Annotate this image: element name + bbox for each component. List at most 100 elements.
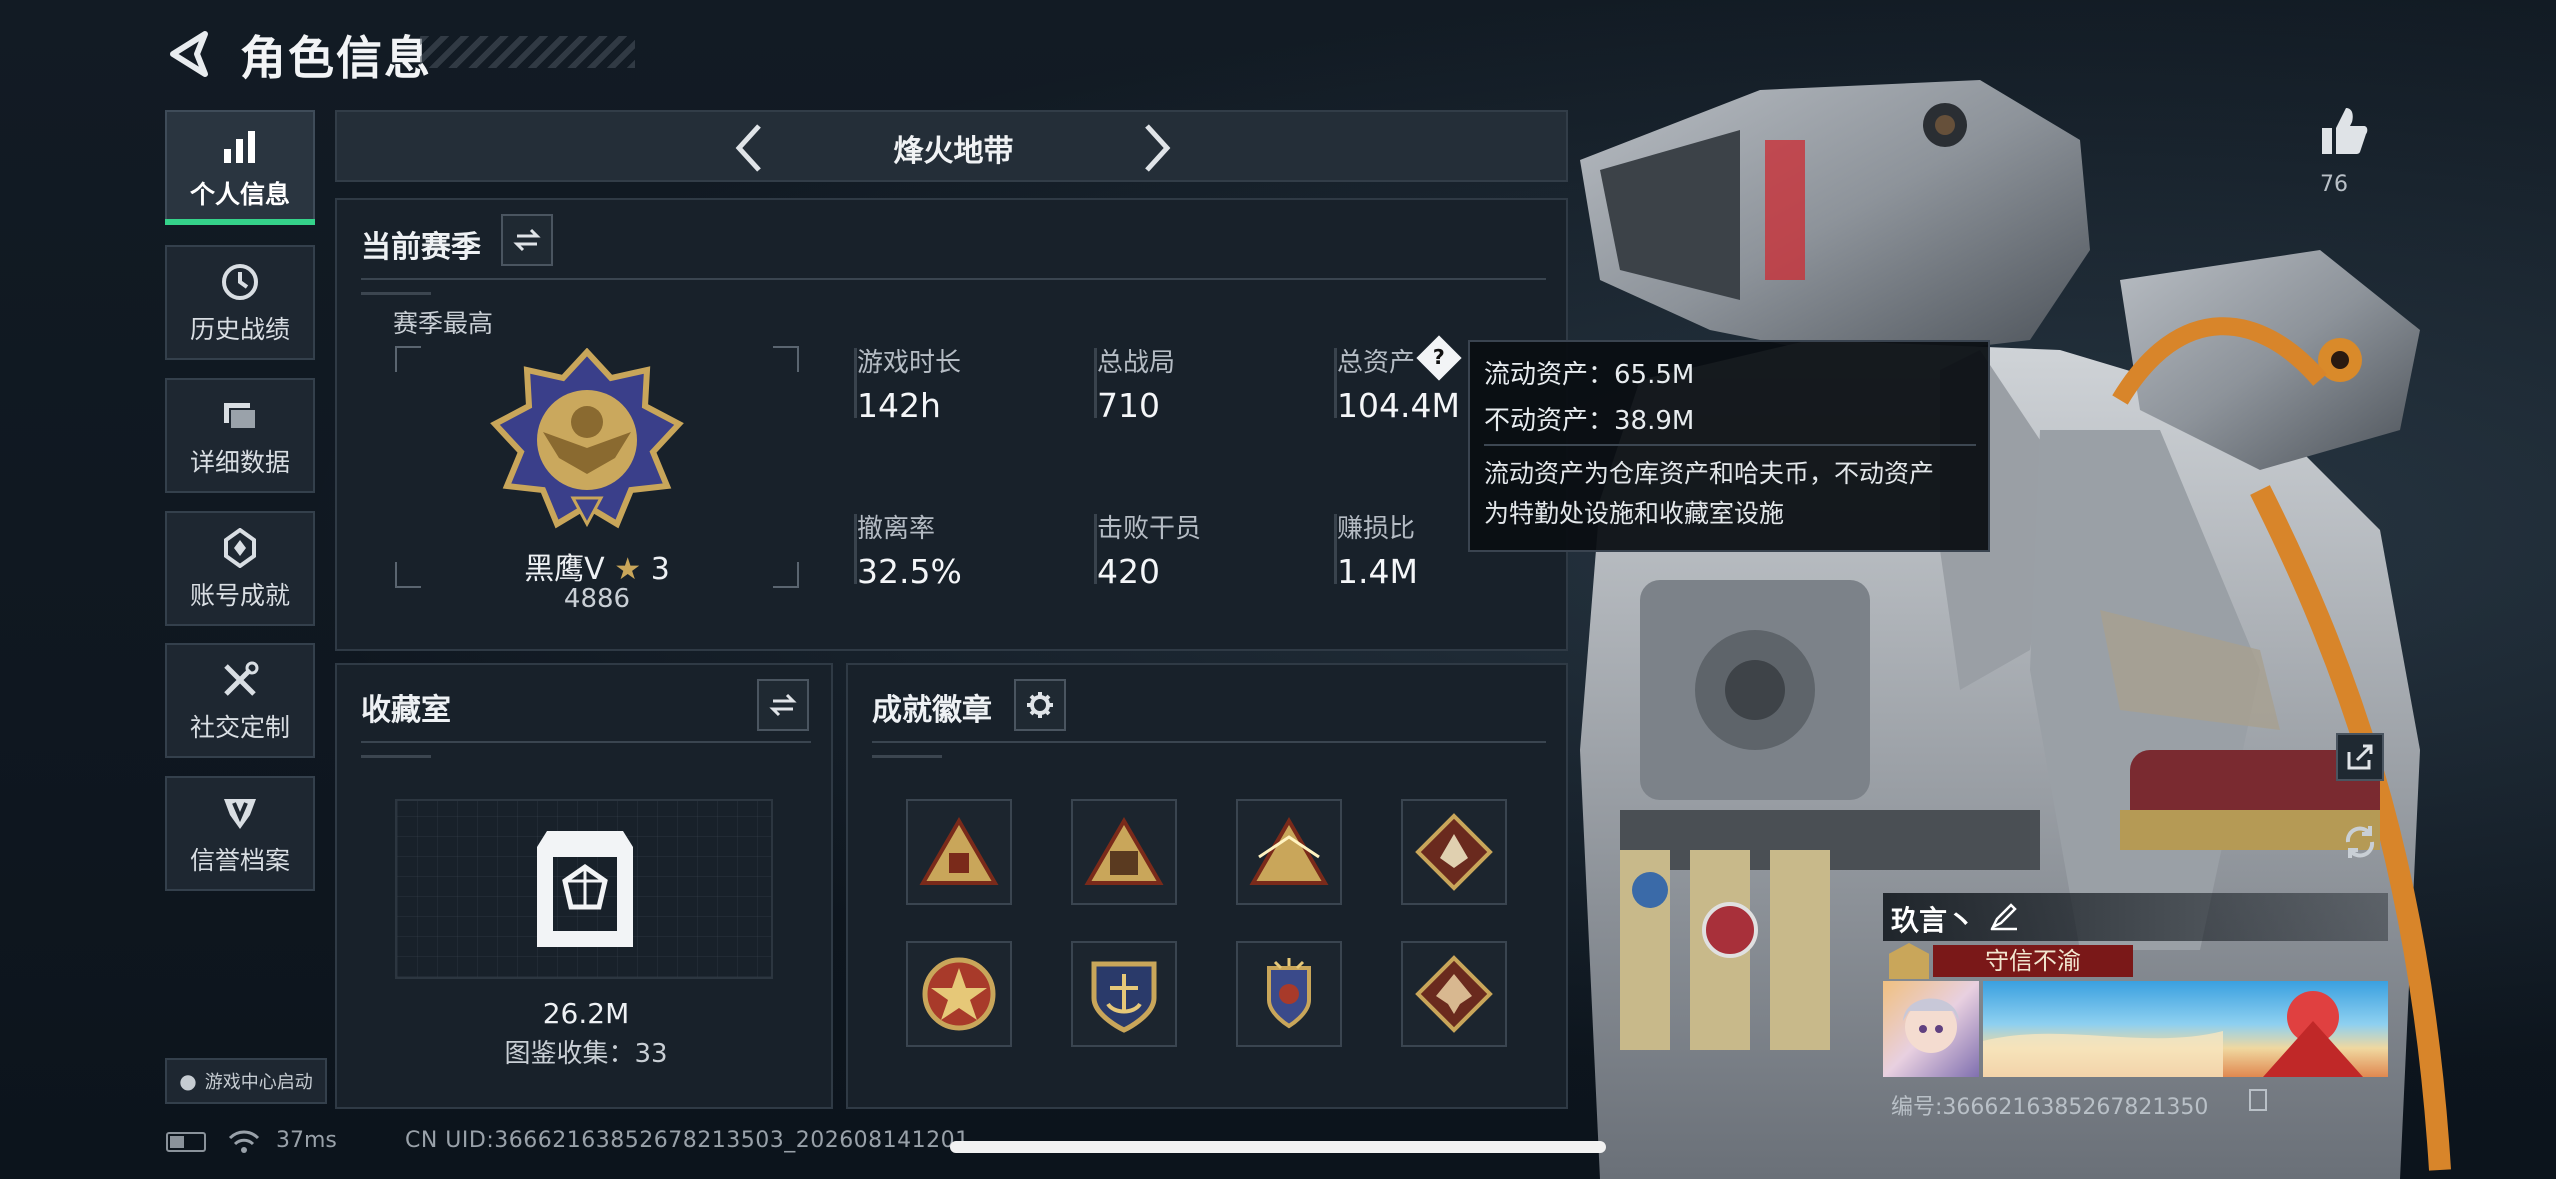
nav-detail-data[interactable]: 详细数据 (165, 378, 315, 493)
divider (1484, 444, 1976, 446)
player-card[interactable]: 玖言丶 守信不渝 编号:3666216385267821350 (1883, 893, 2388, 1120)
help-icon[interactable]: ? (1416, 335, 1462, 381)
collection-title: 收藏室 (361, 693, 451, 728)
collection-preview[interactable] (395, 799, 773, 979)
home-indicator[interactable] (950, 1141, 1606, 1153)
share-button[interactable] (2336, 733, 2384, 781)
badge-slot[interactable] (1071, 799, 1177, 905)
player-banner (1983, 981, 2388, 1077)
stat-value: 104.4M (1337, 386, 1460, 425)
stat-value: 142h (857, 386, 941, 425)
assets-tooltip: 流动资产：65.5M 不动资产：38.9M 流动资产为仓库资产和哈夫币，不动资产… (1468, 340, 1990, 552)
tooltip-desc-2: 为特勤处设施和收藏室设施 (1484, 499, 1785, 528)
stat-value: 1.4M (1337, 552, 1418, 591)
refresh-icon[interactable] (2340, 822, 2380, 862)
collection-catalog: 图鉴收集：33 (504, 1039, 668, 1069)
pyramid-59-badge-icon (1249, 817, 1329, 885)
season-best-label: 赛季最高 (393, 309, 494, 338)
badge-slot[interactable] (1236, 799, 1342, 905)
player-id: 编号:3666216385267821350 (1891, 1095, 2209, 1120)
nav-label: 信誉档案 (189, 845, 290, 875)
player-name: 玖言丶 (1891, 904, 1976, 937)
title-decoration (420, 36, 635, 68)
winged-shield-badge-icon (1267, 958, 1311, 1029)
battery-icon (166, 1132, 206, 1152)
badge-slot[interactable] (906, 941, 1012, 1047)
collection-panel: 收藏室 26.2M 图鉴收集：33 (335, 663, 833, 1109)
nav-label: 详细数据 (189, 447, 290, 477)
achievements-settings-button[interactable] (1014, 679, 1066, 731)
stat-label: 总资产 (1337, 348, 1416, 378)
swap-icon (769, 693, 797, 717)
nav-label: 个人信息 (189, 179, 290, 209)
nav-credit-record[interactable]: 信誉档案 (165, 776, 315, 891)
stat-label: 游戏时长 (857, 348, 962, 378)
swap-icon (513, 228, 541, 252)
collection-value: 26.2M (542, 997, 630, 1030)
nav-label: 历史战绩 (189, 314, 290, 344)
mode-selector: 烽火地带 (335, 110, 1568, 182)
credit-shield-icon (218, 791, 262, 835)
mode-title: 烽火地带 (893, 134, 1014, 169)
player-tag: 守信不渝 (1933, 945, 2133, 977)
pyramid-badge-icon (919, 817, 999, 885)
stat-label: 击败干员 (1097, 514, 1202, 544)
badge-slot[interactable] (1401, 799, 1507, 905)
wolf-diamond-badge-icon (1415, 813, 1493, 891)
decoration (361, 755, 431, 758)
nav-social-custom[interactable]: 社交定制 (165, 643, 315, 758)
nav-personal-info[interactable]: 个人信息 (165, 110, 315, 225)
pyramid-58-badge-icon (1084, 817, 1164, 885)
divider (361, 741, 811, 743)
divider (872, 741, 1546, 743)
ping-value: 37ms (276, 1128, 337, 1153)
stat-label: 总战局 (1097, 348, 1176, 378)
nav-label: 社交定制 (189, 712, 290, 742)
rank-emblem-icon (490, 348, 684, 529)
nav-label: 账号成就 (189, 580, 290, 610)
nav-history[interactable]: 历史战绩 (165, 245, 315, 360)
dragon-diamond-badge-icon (1415, 955, 1493, 1033)
collection-switch-button[interactable] (757, 679, 809, 731)
achievements-panel: 成就徽章 (846, 663, 1568, 1109)
stat-value: 420 (1097, 552, 1160, 591)
badge-slot[interactable] (1401, 941, 1507, 1047)
badge-slot[interactable] (1071, 941, 1177, 1047)
liquid-assets: 流动资产：65.5M (1484, 360, 1695, 390)
star-icon: ★ (614, 552, 642, 587)
achievement-icon (218, 526, 262, 570)
rank-stars: 3 (650, 552, 670, 587)
folder-icon (218, 393, 262, 437)
frame-corner (395, 346, 421, 372)
season-title: 当前赛季 (361, 230, 481, 265)
next-mode-icon[interactable] (1137, 120, 1177, 176)
season-panel: 当前赛季 赛季最高 黑鹰V ★ 3 4886 游戏时长 142h 总战局 710… (335, 198, 1568, 651)
tooltip-desc-1: 流动资产为仓库资产和哈夫币，不动资产 (1484, 459, 1935, 488)
anchor-shield-badge-icon (1091, 961, 1157, 1033)
wifi-icon (228, 1130, 260, 1153)
edit-icon[interactable] (1989, 901, 2019, 931)
launch-label: 游戏中心启动 (204, 1072, 313, 1093)
decoration (361, 292, 431, 295)
copy-icon[interactable] (2249, 1089, 2267, 1111)
user-icon: ● (179, 1069, 197, 1093)
rank-name: 黑鹰V (524, 552, 605, 587)
divider (361, 278, 1546, 280)
share-icon (2347, 744, 2373, 770)
decoration (872, 755, 942, 758)
bar-chart-icon (218, 125, 262, 169)
thumbs-up-icon[interactable] (2316, 104, 2370, 158)
season-switch-button[interactable] (501, 214, 553, 266)
stat-value: 710 (1097, 386, 1160, 425)
back-icon[interactable] (165, 28, 217, 80)
nav-achievements[interactable]: 账号成就 (165, 511, 315, 626)
game-center-badge: ● 游戏中心启动 (165, 1058, 327, 1104)
achievements-title: 成就徽章 (872, 693, 992, 728)
history-clock-icon (218, 260, 262, 304)
page-title: 角色信息 (240, 31, 432, 85)
badge-slot[interactable] (906, 799, 1012, 905)
like-count: 76 (2320, 172, 2348, 197)
stat-label: 赚损比 (1337, 514, 1416, 544)
tag-emblem-icon (1889, 943, 1929, 979)
badge-slot[interactable] (1236, 941, 1342, 1047)
